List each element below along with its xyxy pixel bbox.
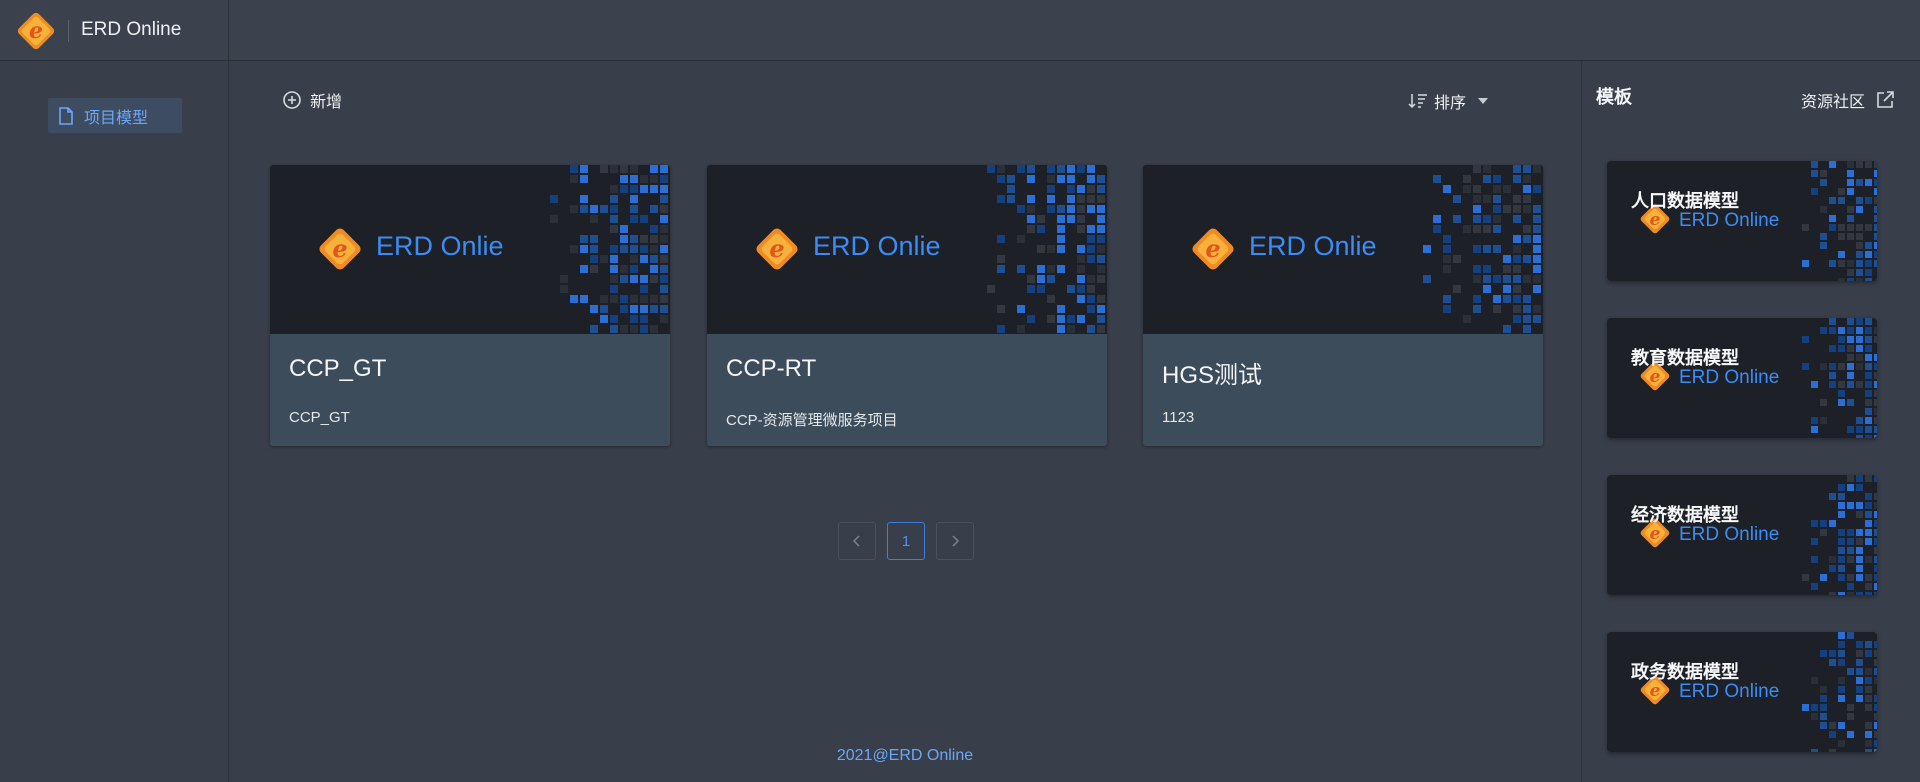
brand-divider: [68, 20, 69, 42]
pagination: 1: [838, 522, 974, 560]
template-logo-text: ERD Online: [1679, 367, 1780, 388]
app-title: ERD Online: [81, 19, 182, 40]
sort-dropdown[interactable]: 排序: [1408, 89, 1489, 113]
card-banner: e ERD Onlie: [270, 165, 670, 334]
plus-circle-icon: [283, 91, 301, 109]
project-description: 1123: [1162, 409, 1195, 426]
templates-panel: 模板 资源社区 e 人口数据模型 ERD Online e 教育数据模型 ERD…: [1581, 61, 1920, 782]
resource-community-label: 资源社区: [1801, 94, 1866, 111]
resource-community-link[interactable]: 资源社区: [1801, 88, 1895, 112]
add-label: 新增: [310, 94, 343, 111]
footer-copyright[interactable]: 2021@ERD Online: [230, 747, 1580, 765]
template-logo-text: ERD Online: [1679, 210, 1780, 231]
project-description: CCP_GT: [289, 409, 350, 426]
chevron-right-icon: [952, 535, 960, 547]
sidebar-item-label: 项目模型: [84, 109, 149, 127]
svg-text:e: e: [1650, 681, 1661, 701]
card-banner: e ERD Onlie: [1143, 165, 1543, 334]
sidebar-item-project-models[interactable]: 项目模型: [48, 98, 182, 133]
svg-text:e: e: [332, 234, 347, 263]
template-card[interactable]: e 经济数据模型 ERD Online: [1607, 475, 1877, 595]
prev-page-button[interactable]: [838, 522, 876, 560]
file-icon: [59, 106, 73, 125]
main-content: 新增 排序 e ERD Onlie CCP_GT CCP_GT e ERD On…: [230, 61, 1580, 782]
project-name: HGS测试: [1162, 362, 1263, 389]
sort-label: 排序: [1434, 95, 1467, 112]
svg-text:e: e: [769, 234, 784, 263]
top-header: e ERD Online: [0, 0, 1920, 61]
banner-title: ERD Onlie: [376, 231, 504, 261]
sort-icon: [1408, 94, 1427, 109]
brand[interactable]: e ERD Online: [0, 0, 229, 61]
svg-text:e: e: [29, 18, 43, 44]
project-card[interactable]: e ERD Onlie CCP_GT CCP_GT: [270, 165, 670, 446]
project-description: CCP-资源管理微服务项目: [726, 412, 898, 429]
project-card[interactable]: e ERD Onlie CCP-RT CCP-资源管理微服务项目: [707, 165, 1107, 446]
chevron-left-icon: [852, 535, 860, 547]
template-card[interactable]: e 教育数据模型 ERD Online: [1607, 318, 1877, 438]
template-logo-text: ERD Online: [1679, 681, 1780, 702]
template-logo-text: ERD Online: [1679, 524, 1780, 545]
add-project-button[interactable]: 新增: [282, 88, 342, 112]
svg-text:e: e: [1650, 524, 1661, 544]
project-name: CCP_GT: [289, 355, 387, 382]
external-link-icon: [1877, 91, 1894, 108]
template-card[interactable]: e 人口数据模型 ERD Online: [1607, 161, 1877, 281]
svg-text:e: e: [1650, 367, 1661, 387]
erd-logo-icon: e: [17, 12, 55, 50]
svg-text:e: e: [1650, 210, 1661, 230]
banner-title: ERD Onlie: [1249, 231, 1377, 261]
project-card[interactable]: e ERD Onlie HGS测试 1123: [1143, 165, 1543, 446]
page-button-1[interactable]: 1: [887, 522, 925, 560]
sidebar: 项目模型: [0, 61, 229, 782]
caret-down-icon: [1478, 98, 1489, 104]
templates-title: 模板: [1596, 87, 1632, 107]
svg-text:e: e: [1205, 234, 1220, 263]
next-page-button[interactable]: [936, 522, 974, 560]
template-card[interactable]: e 政务数据模型 ERD Online: [1607, 632, 1877, 752]
card-banner: e ERD Onlie: [707, 165, 1107, 334]
project-name: CCP-RT: [726, 355, 817, 382]
banner-title: ERD Onlie: [813, 231, 941, 261]
